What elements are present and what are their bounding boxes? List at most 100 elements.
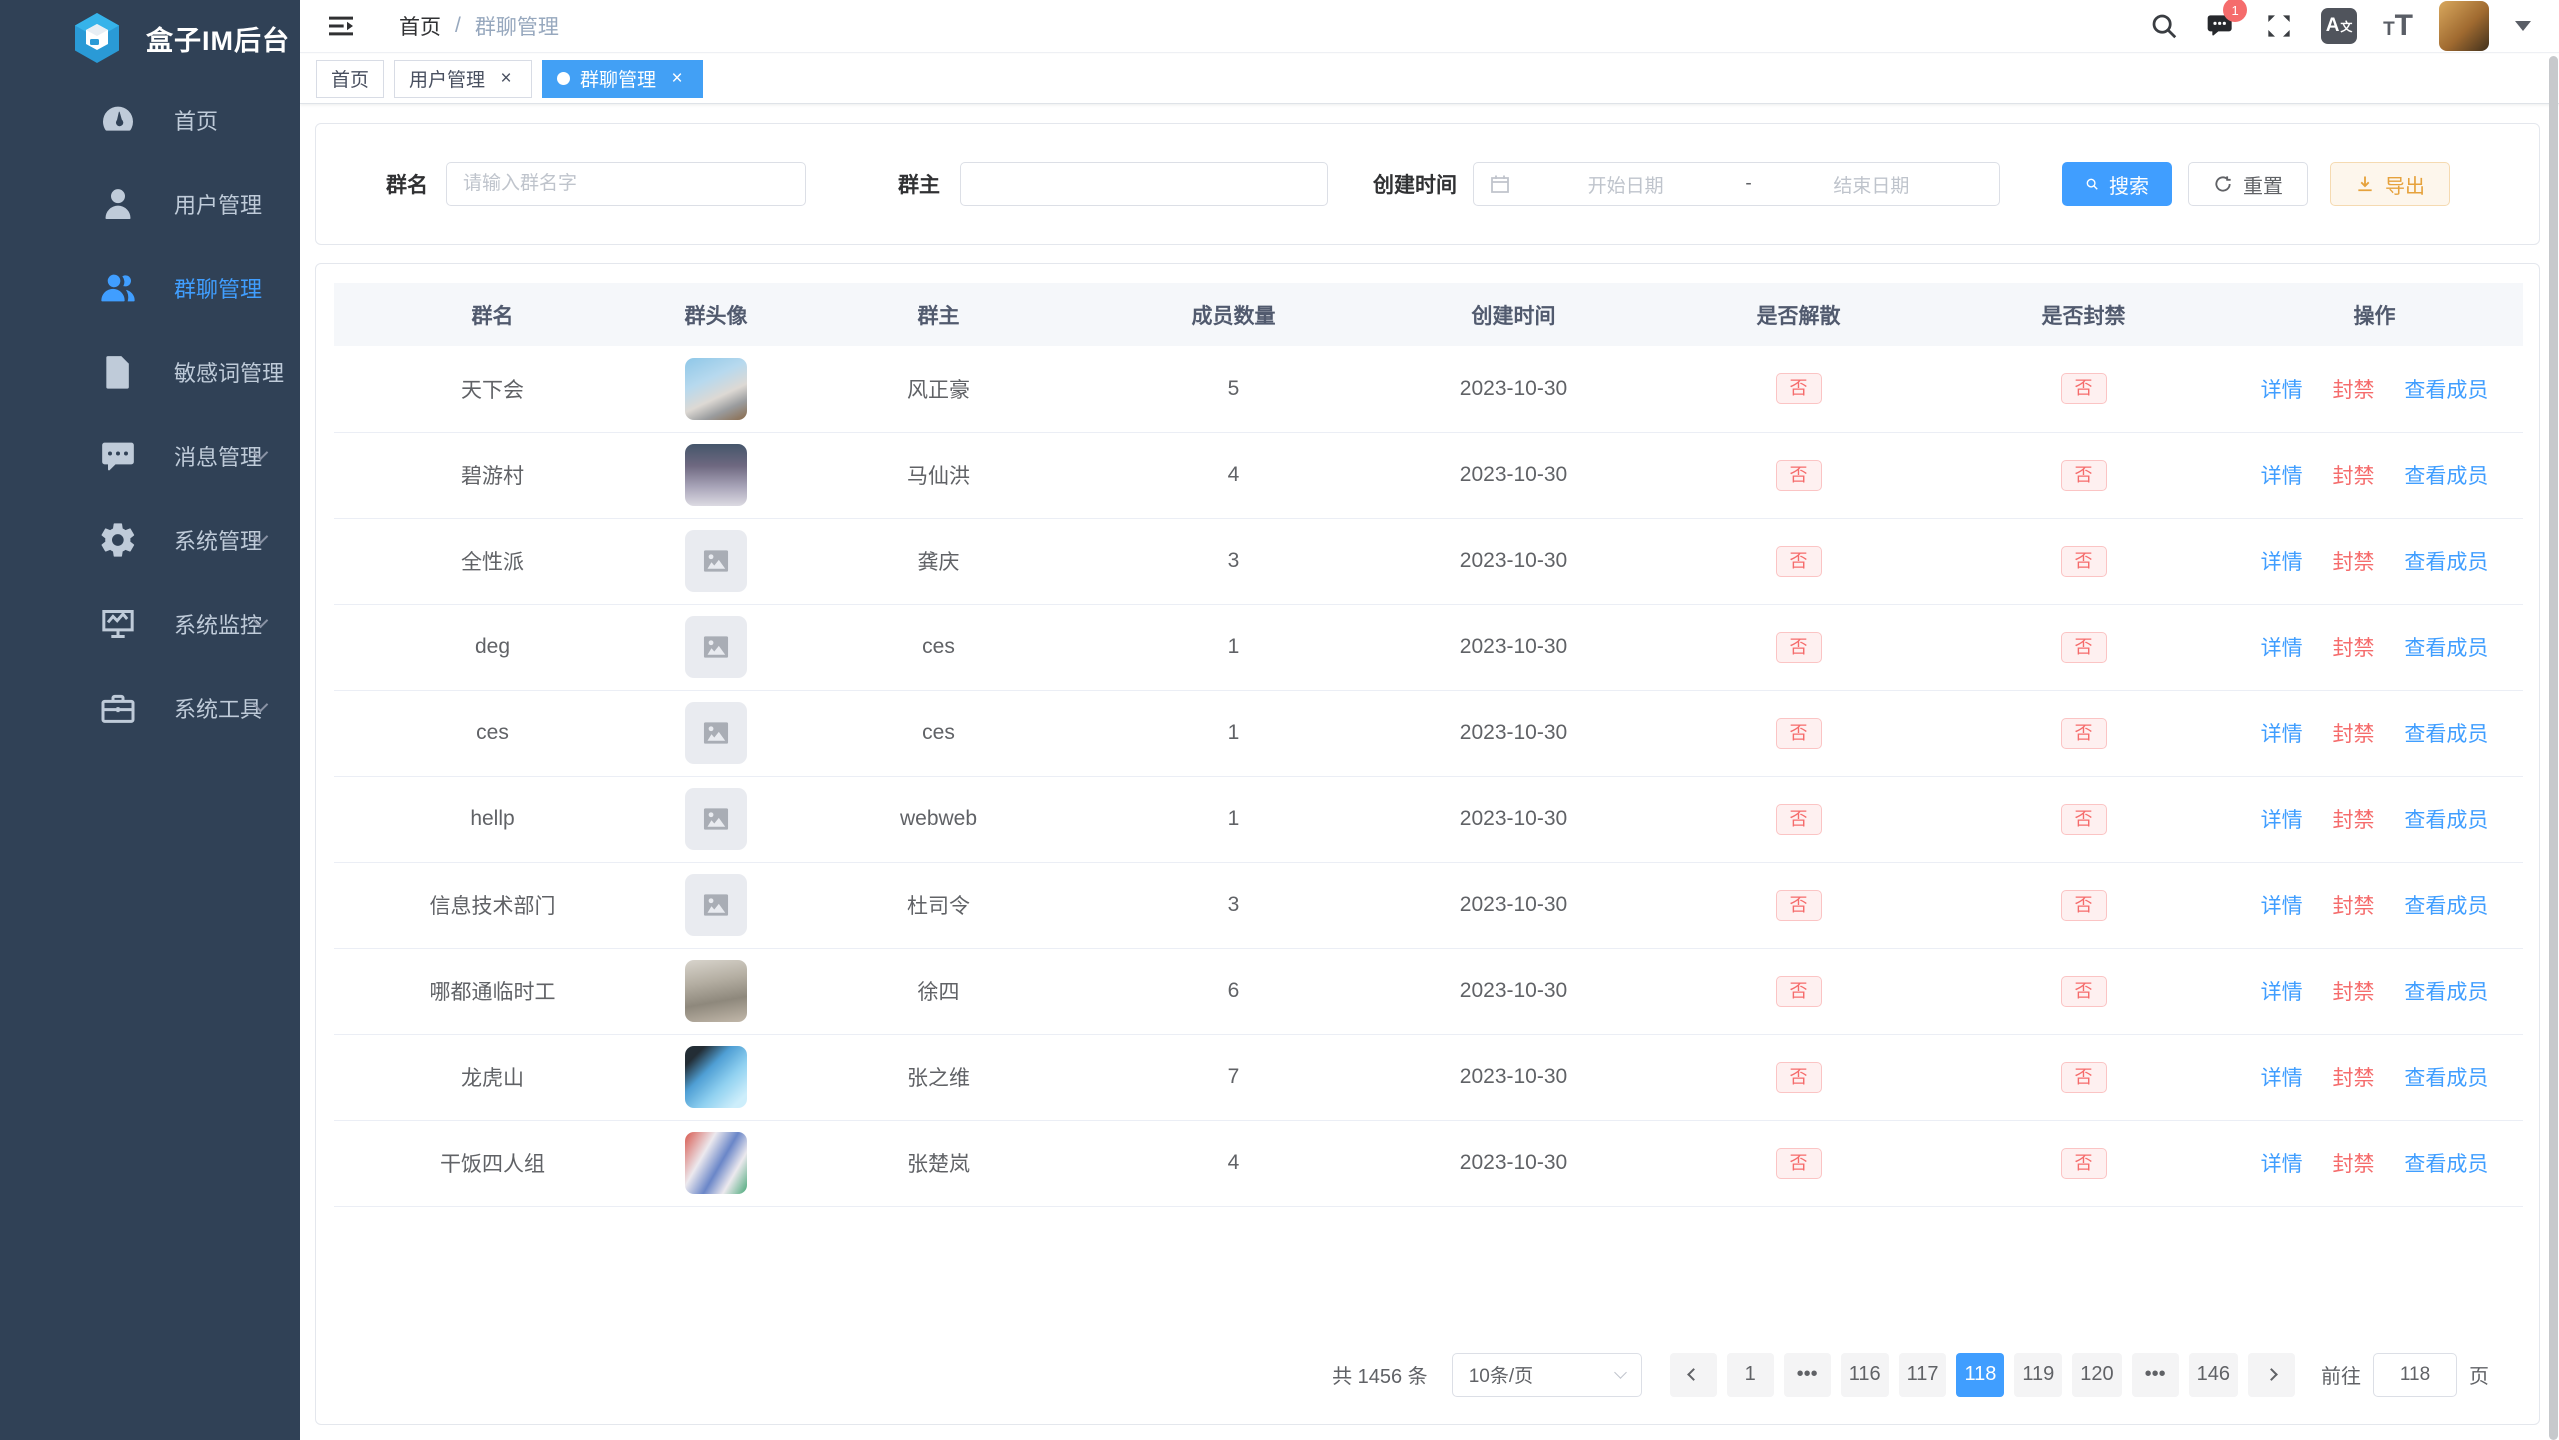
search-icon[interactable] <box>2149 11 2179 41</box>
search-icon <box>2085 174 2099 194</box>
view-members-link[interactable]: 查看成员 <box>2404 551 2488 574</box>
ban-link[interactable]: 封禁 <box>2333 637 2375 660</box>
view-members-link[interactable]: 查看成员 <box>2404 1153 2488 1176</box>
goto-page-input[interactable] <box>2373 1353 2457 1397</box>
view-members-link[interactable]: 查看成员 <box>2404 895 2488 918</box>
ban-link[interactable]: 封禁 <box>2333 551 2375 574</box>
sidebar-item-sensitive-words[interactable]: 敏感词管理 <box>0 330 300 414</box>
user-menu-caret-icon[interactable] <box>2515 21 2531 31</box>
sidebar-item-group-management[interactable]: 群聊管理 <box>0 246 300 330</box>
fullscreen-icon[interactable] <box>2263 10 2295 42</box>
col-actions: 操作 <box>2226 283 2523 346</box>
ban-link[interactable]: 封禁 <box>2333 723 2375 746</box>
sidebar-item-label: 用户管理 <box>174 188 262 220</box>
page-button[interactable]: 120 <box>2072 1353 2121 1397</box>
page-button[interactable]: 119 <box>2014 1353 2062 1397</box>
date-range-picker[interactable]: 开始日期 - 结束日期 <box>1473 162 2000 206</box>
close-icon[interactable]: × <box>666 68 688 90</box>
tab-user-management[interactable]: 用户管理 × <box>394 60 532 98</box>
detail-link[interactable]: 详情 <box>2261 1153 2303 1176</box>
col-create-time: 创建时间 <box>1371 283 1656 346</box>
group-avatar-image <box>685 444 747 506</box>
ban-link[interactable]: 封禁 <box>2333 895 2375 918</box>
group-name-input[interactable] <box>446 162 806 206</box>
sidebar-item-user-management[interactable]: 用户管理 <box>0 162 300 246</box>
group-owner: 风正豪 <box>907 379 970 402</box>
font-size-icon[interactable]: TT <box>2383 11 2413 41</box>
ban-link[interactable]: 封禁 <box>2333 1153 2375 1176</box>
sidebar-item-system-management[interactable]: 系统管理 <box>0 498 300 582</box>
tab-home[interactable]: 首页 <box>316 60 384 98</box>
group-avatar-image <box>685 874 747 936</box>
page-button[interactable]: 146 <box>2189 1353 2238 1397</box>
detail-link[interactable]: 详情 <box>2261 895 2303 918</box>
close-icon[interactable]: × <box>495 68 517 90</box>
view-members-link[interactable]: 查看成员 <box>2404 379 2488 402</box>
sidebar-item-system-tools[interactable]: 系统工具 <box>0 666 300 750</box>
sidebar-item-label: 首页 <box>174 104 218 136</box>
view-members-link[interactable]: 查看成员 <box>2404 809 2488 832</box>
reset-button[interactable]: 重置 <box>2188 162 2308 206</box>
messages-icon[interactable]: 1 <box>2205 10 2237 42</box>
ban-link[interactable]: 封禁 <box>2333 379 2375 402</box>
ban-link[interactable]: 封禁 <box>2333 1067 2375 1090</box>
detail-link[interactable]: 详情 <box>2261 465 2303 488</box>
table-row: 全性派 龚庆 3 2023-10-30 否 否 详情 封禁 查看成员 <box>334 518 2523 604</box>
detail-link[interactable]: 详情 <box>2261 1067 2303 1090</box>
prev-page-button[interactable] <box>1670 1353 1717 1397</box>
language-translate-icon[interactable]: A文 <box>2321 8 2357 44</box>
gear-icon <box>98 520 138 560</box>
view-members-link[interactable]: 查看成员 <box>2404 1067 2488 1090</box>
ban-link[interactable]: 封禁 <box>2333 981 2375 1004</box>
group-owner-input[interactable] <box>960 162 1328 206</box>
ban-link[interactable]: 封禁 <box>2333 809 2375 832</box>
end-date-placeholder[interactable]: 结束日期 <box>1758 171 1985 198</box>
user-avatar[interactable] <box>2439 1 2489 51</box>
logo-link[interactable]: 盒子IM后台 <box>0 0 300 76</box>
page-button[interactable]: 1 <box>1727 1353 1774 1397</box>
table-row: 龙虎山 张之维 7 2023-10-30 否 否 详情 封禁 查看成员 <box>334 1034 2523 1120</box>
view-members-link[interactable]: 查看成员 <box>2404 465 2488 488</box>
page-button[interactable]: 116 <box>1841 1353 1889 1397</box>
page-button[interactable]: 117 <box>1899 1353 1947 1397</box>
start-date-placeholder[interactable]: 开始日期 <box>1512 171 1739 198</box>
banned-tag: 否 <box>2061 976 2107 1007</box>
refresh-icon <box>2213 174 2233 194</box>
next-page-button[interactable] <box>2248 1353 2295 1397</box>
search-button[interactable]: 搜索 <box>2062 162 2172 206</box>
view-members-link[interactable]: 查看成员 <box>2404 981 2488 1004</box>
page-button-active[interactable]: 118 <box>1956 1353 2004 1397</box>
table-row: deg ces 1 2023-10-30 否 否 详情 封禁 查看成员 <box>334 604 2523 690</box>
pager-ellipsis[interactable]: ••• <box>1784 1353 1831 1397</box>
view-members-link[interactable]: 查看成员 <box>2404 637 2488 660</box>
detail-link[interactable]: 详情 <box>2261 809 2303 832</box>
sidebar-item-system-monitor[interactable]: 系统监控 <box>0 582 300 666</box>
sidebar-collapse-button[interactable] <box>325 10 357 42</box>
pager-ellipsis[interactable]: ••• <box>2132 1353 2179 1397</box>
create-time: 2023-10-30 <box>1460 979 1567 1002</box>
tab-group-management[interactable]: 群聊管理 × <box>542 60 703 98</box>
export-button[interactable]: 导出 <box>2330 162 2450 206</box>
dissolved-tag: 否 <box>1776 632 1822 663</box>
sidebar-item-label: 群聊管理 <box>174 272 262 304</box>
breadcrumb-current: 群聊管理 <box>475 11 559 41</box>
page-size-select[interactable]: 10条/页 <box>1452 1353 1642 1397</box>
tags-view-bar: 首页 用户管理 × 群聊管理 × <box>300 54 2559 104</box>
app-root: 盒子IM后台 首页 用户管理 群聊管理 <box>0 0 2559 1440</box>
view-members-link[interactable]: 查看成员 <box>2404 723 2488 746</box>
pagination: 共 1456 条 10条/页 1 ••• 116 117 118 119 120… <box>334 1353 2521 1397</box>
detail-link[interactable]: 详情 <box>2261 551 2303 574</box>
group-avatar-image <box>685 530 747 592</box>
sidebar-item-home[interactable]: 首页 <box>0 78 300 162</box>
detail-link[interactable]: 详情 <box>2261 723 2303 746</box>
detail-link[interactable]: 详情 <box>2261 637 2303 660</box>
table-row: 天下会 风正豪 5 2023-10-30 否 否 详情 封禁 查看成员 <box>334 346 2523 432</box>
col-group-avatar: 群头像 <box>651 283 781 346</box>
vertical-scrollbar-thumb[interactable] <box>2549 56 2558 1440</box>
sidebar-item-message-management[interactable]: 消息管理 <box>0 414 300 498</box>
banned-tag: 否 <box>2061 718 2107 749</box>
breadcrumb-home[interactable]: 首页 <box>399 11 441 41</box>
ban-link[interactable]: 封禁 <box>2333 465 2375 488</box>
detail-link[interactable]: 详情 <box>2261 981 2303 1004</box>
detail-link[interactable]: 详情 <box>2261 379 2303 402</box>
